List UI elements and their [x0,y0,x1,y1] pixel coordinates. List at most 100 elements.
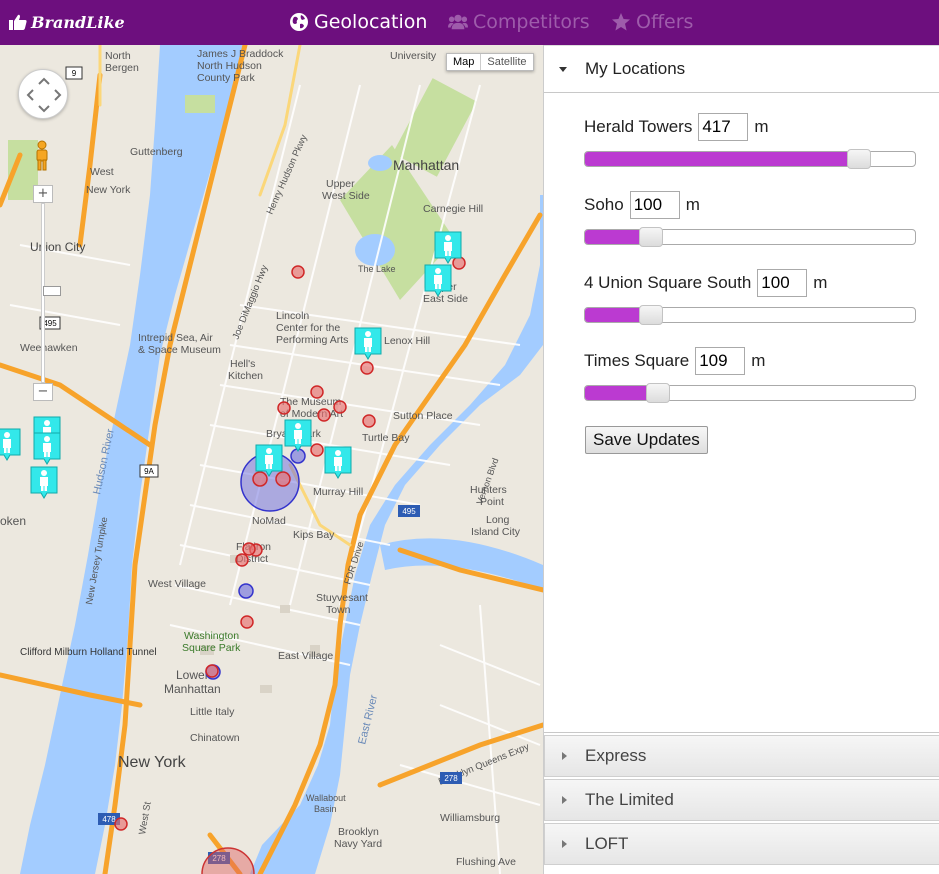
zoom-in-button[interactable]: + [33,185,53,203]
star-icon [612,13,630,31]
slider-handle[interactable] [639,305,663,325]
nav-label: Competitors [473,11,590,33]
nav-label: Geolocation [314,11,428,33]
save-updates-button[interactable]: Save Updates [585,426,708,454]
competitor-marker[interactable] [310,443,324,457]
competitor-marker[interactable] [362,414,376,428]
slider-handle[interactable] [847,149,871,169]
competitor-marker[interactable] [310,385,324,399]
map-type-satellite-button[interactable]: Satellite [480,54,532,70]
map-label: North Hudson [197,60,262,72]
map-label: Manhattan [393,157,459,173]
map-label: West Side [322,190,370,202]
person-marker-icon[interactable] [284,419,312,452]
map-label: New York [86,184,131,196]
map-label: NoMad [252,515,286,527]
map-label: Murray Hill [313,486,363,498]
competitor-marker[interactable] [242,542,256,556]
radius-input[interactable] [629,191,680,219]
radius-slider[interactable] [584,305,916,325]
person-marker-icon[interactable] [33,432,61,465]
map-label: Square Park [182,642,241,654]
nav-competitors[interactable]: Competitors [448,9,590,35]
pan-control[interactable] [18,69,68,119]
radius-unit: m [813,273,828,292]
zoom-slider-thumb[interactable] [43,286,61,296]
map-label: 9 [72,69,77,78]
map-label: County Park [197,72,256,84]
competitor-marker[interactable] [252,471,268,487]
map-type-map-button[interactable]: Map [447,54,480,70]
caret-right-icon [562,840,567,848]
radius-unit: m [751,351,766,370]
competitor-marker[interactable] [360,361,374,375]
person-marker-icon[interactable] [354,327,382,360]
map-label: Lincoln [276,310,309,322]
brand-logo[interactable]: BrandLike [8,10,125,34]
radius-slider[interactable] [584,227,916,247]
map-label: Performing Arts [276,334,348,346]
competitor-marker[interactable] [333,400,347,414]
slider-fill [585,152,859,166]
competitor-marker[interactable] [235,553,249,567]
competitor-marker[interactable] [277,401,291,415]
radius-slider[interactable] [584,149,916,169]
person-marker-icon[interactable] [424,264,452,297]
location-row: Herald Towers m [584,113,924,169]
map-label: Guttenberg [130,146,183,158]
map-label: Carnegie Hill [423,203,483,215]
nav-offers[interactable]: Offers [611,9,693,35]
slider-handle[interactable] [646,383,670,403]
globe-icon [290,13,308,31]
map-label: New York [118,754,187,771]
zoom-out-button[interactable]: − [33,383,53,401]
pegman-icon[interactable] [34,140,50,172]
accordion-header-loft[interactable]: LOFT [544,823,939,865]
map-canvas[interactable]: North Bergen James J Braddock North Huds… [0,45,543,874]
radius-unit: m [685,195,700,214]
map-label: The Lake [358,264,396,274]
map-label: Intrepid Sea, Air [138,332,213,344]
map-label: North [105,50,131,62]
map-label: Stuyvesant [316,592,368,604]
map-label: 278 [444,774,458,783]
competitor-marker[interactable] [275,471,291,487]
radius-input[interactable] [698,113,749,141]
caret-right-icon [562,752,567,760]
radius-slider[interactable] [584,383,916,403]
zoom-control: + − [33,185,61,405]
accordion-header-the-limited[interactable]: The Limited [544,779,939,821]
person-marker-icon[interactable] [324,446,352,479]
zoom-slider-track[interactable] [41,203,61,383]
map-label: Flushing Ave [456,856,516,868]
map-label: Lenox Hill [384,335,430,347]
location-row: Times Square m [584,347,924,403]
competitor-marker[interactable] [240,615,254,629]
radius-input[interactable] [757,269,808,297]
map-label: Washington [184,630,239,642]
slider-handle[interactable] [639,227,663,247]
competitor-marker[interactable] [317,408,331,422]
map-label: 478 [102,815,116,824]
map-label: Sutton Place [393,410,453,422]
competitor-marker[interactable] [452,256,466,270]
competitor-marker[interactable] [205,664,219,678]
accordion-body-my-locations: Herald Towers m Soho m 4 Union Square [544,93,939,733]
accordion-header-express[interactable]: Express [544,735,939,777]
map-label: oken [0,514,26,528]
person-marker-icon[interactable] [255,444,283,477]
competitor-marker[interactable] [291,265,305,279]
radius-circle [238,583,254,599]
accordion-header-my-locations[interactable]: My Locations [544,45,939,93]
users-icon [448,14,468,30]
map-label: Lower [176,668,209,682]
locations-panel: My Locations Herald Towers m Soho m [543,45,939,874]
radius-input[interactable] [695,347,746,375]
person-marker-icon[interactable] [0,428,21,461]
map-label: Little Italy [190,706,235,718]
nav-geolocation[interactable]: Geolocation [289,9,427,35]
person-marker-icon[interactable] [30,466,58,499]
competitor-marker[interactable] [114,817,128,831]
person-marker-icon[interactable] [434,231,462,264]
map-label: Kitchen [228,370,263,382]
